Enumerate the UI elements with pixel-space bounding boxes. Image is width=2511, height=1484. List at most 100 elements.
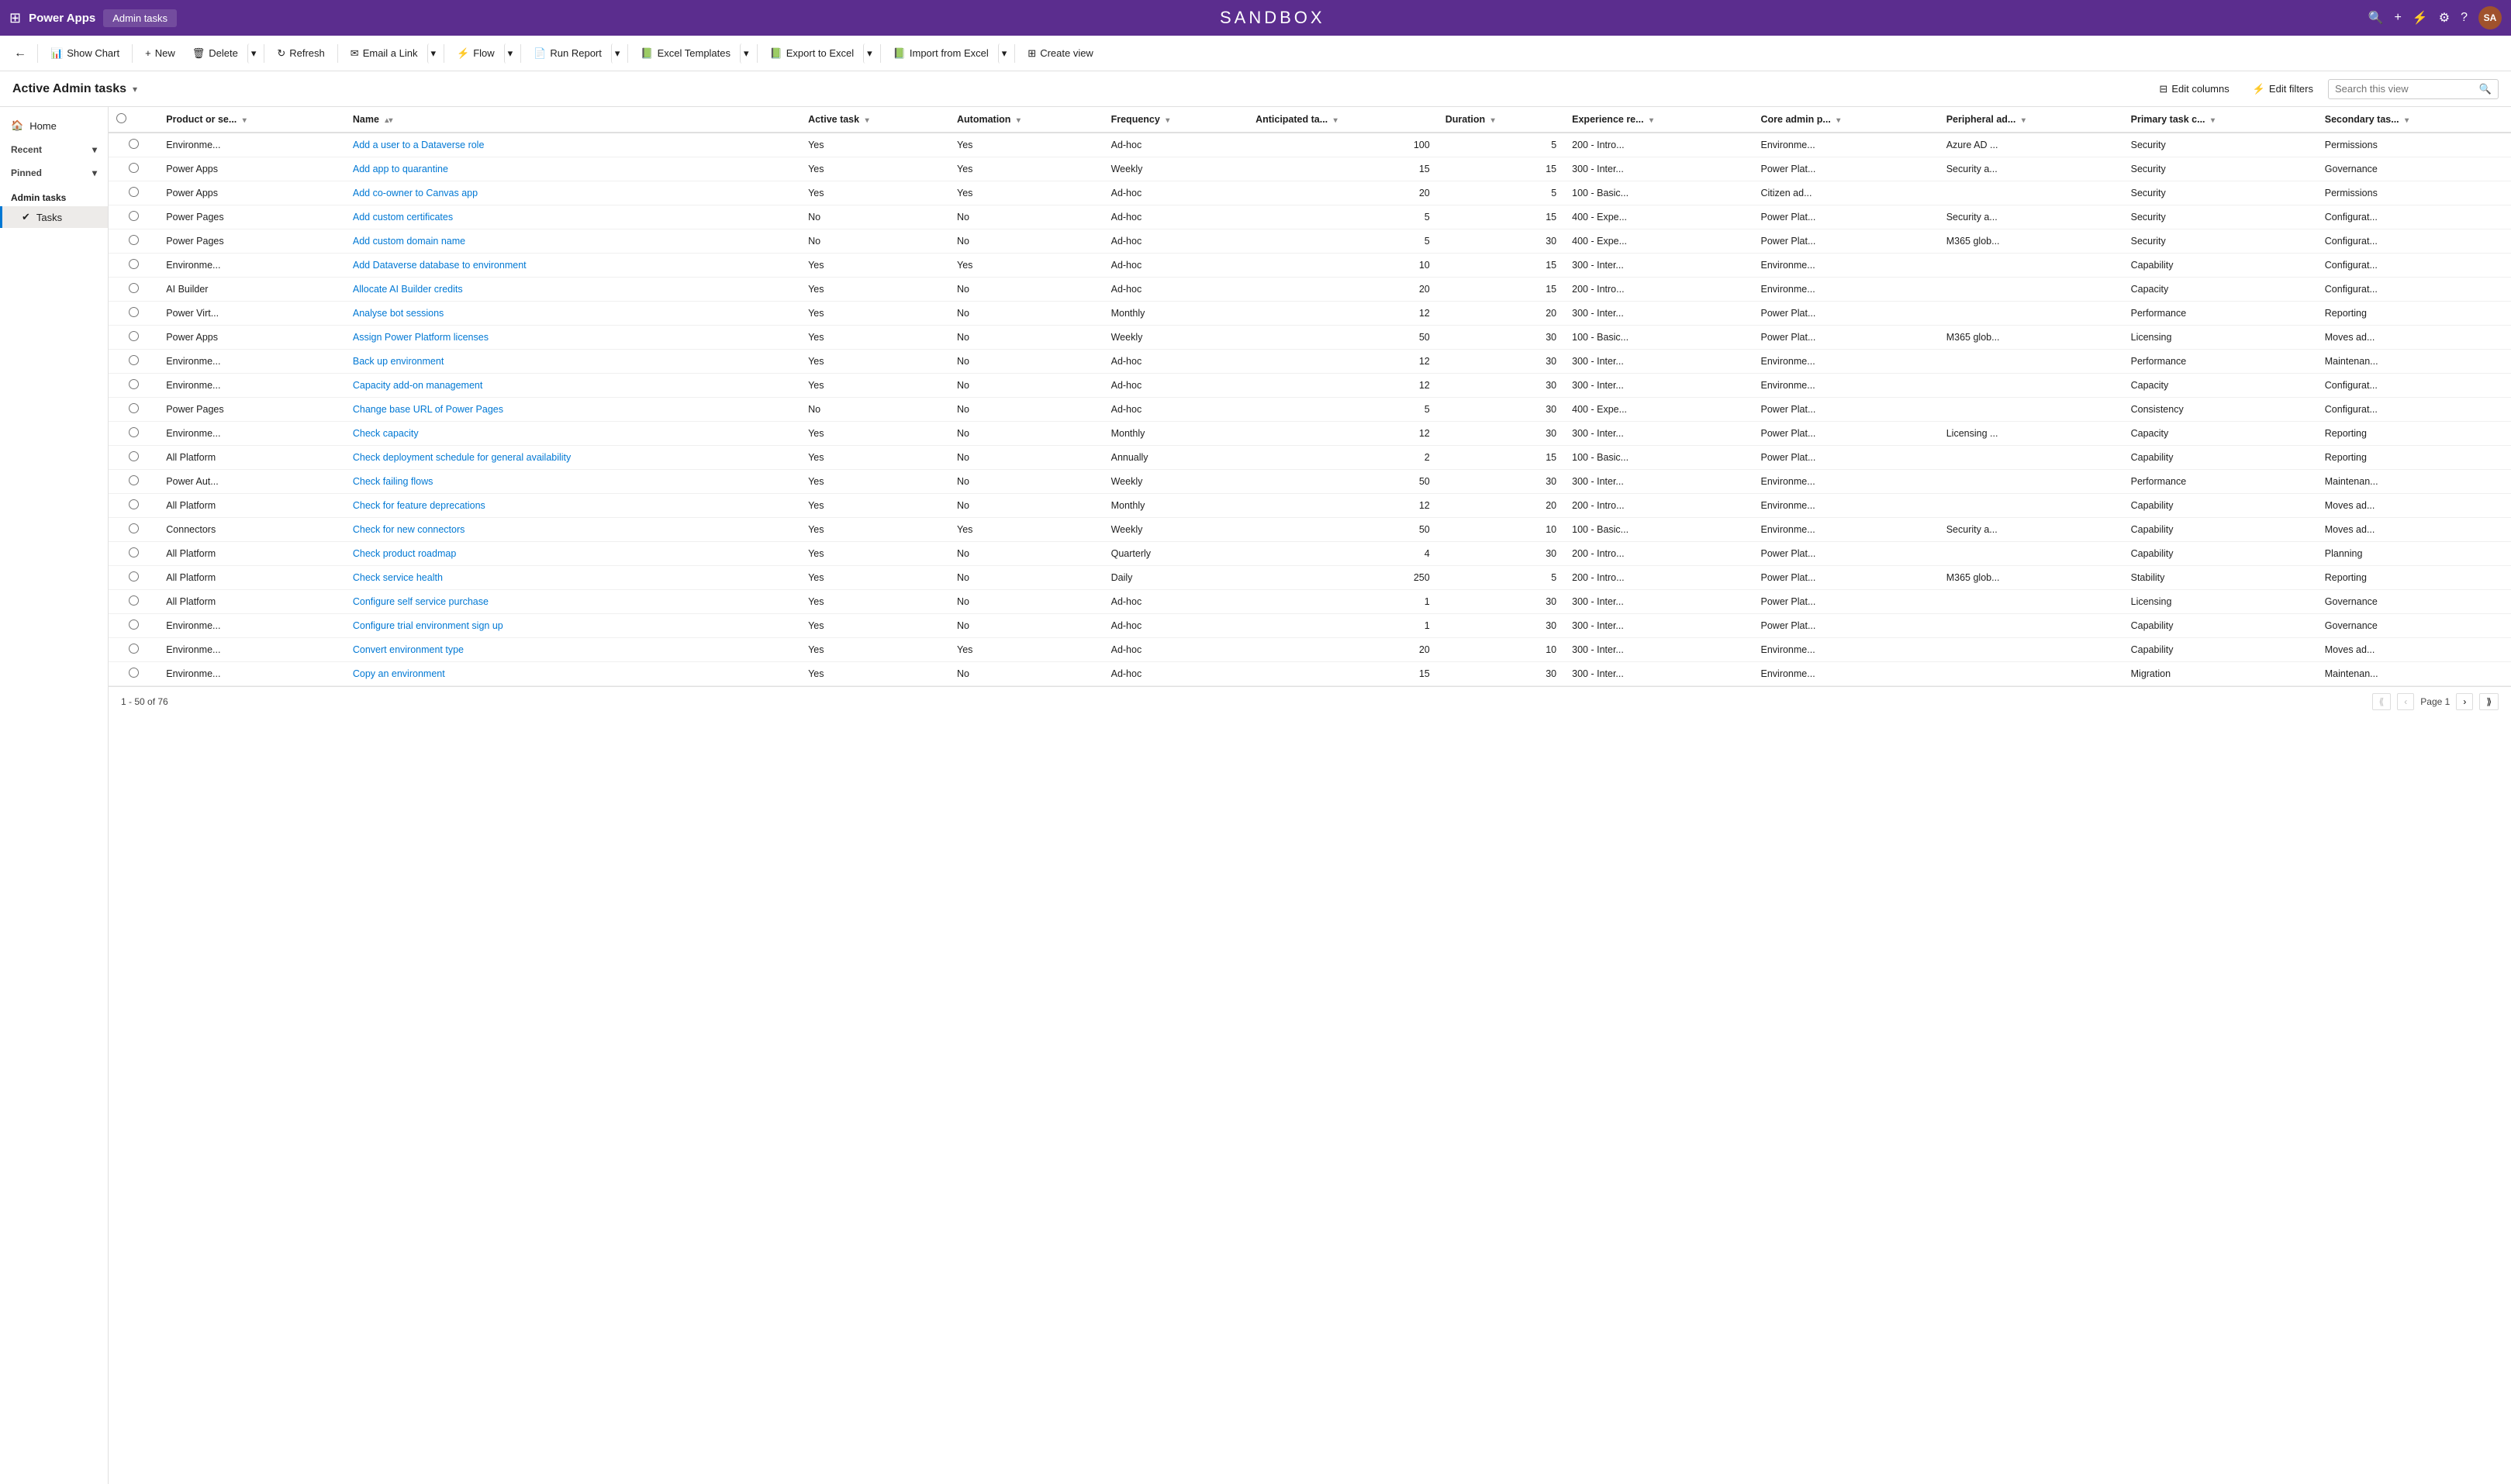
run-report-button[interactable]: 📄 Run Report [526,43,610,64]
row-radio[interactable] [109,446,158,470]
cell-name[interactable]: Analyse bot sessions [345,302,800,326]
email-link-button[interactable]: ✉ Email a Link [343,43,426,64]
flow-button[interactable]: ⚡ Flow [449,43,503,64]
cell-name[interactable]: Assign Power Platform licenses [345,326,800,350]
row-radio[interactable] [109,254,158,278]
search-input[interactable] [2335,83,2475,95]
first-page-button[interactable]: ⟪ [2372,693,2392,710]
refresh-button[interactable]: ↻ Refresh [269,43,332,64]
row-radio[interactable] [109,614,158,638]
col-frequency[interactable]: Frequency ▾ [1104,107,1248,133]
delete-dropdown[interactable]: ▾ [247,43,260,64]
sidebar-pinned-header[interactable]: Pinned ▾ [0,161,108,185]
row-radio[interactable] [109,494,158,518]
cell-name[interactable]: Check capacity [345,422,800,446]
next-page-button[interactable]: › [2456,693,2473,710]
cell-active: Yes [800,374,949,398]
row-radio[interactable] [109,518,158,542]
row-radio[interactable] [109,302,158,326]
row-radio[interactable] [109,566,158,590]
create-view-button[interactable]: ⊞ Create view [1020,43,1101,64]
cell-name[interactable]: Add custom domain name [345,230,800,254]
cell-name[interactable]: Configure self service purchase [345,590,800,614]
cell-name[interactable]: Check product roadmap [345,542,800,566]
col-peripheral[interactable]: Peripheral ad... ▾ [1939,107,2123,133]
cell-name[interactable]: Copy an environment [345,662,800,686]
export-dropdown[interactable]: ▾ [863,43,876,64]
row-radio[interactable] [109,181,158,205]
col-active[interactable]: Active task ▾ [800,107,949,133]
cell-name[interactable]: Add app to quarantine [345,157,800,181]
cell-name[interactable]: Check deployment schedule for general av… [345,446,800,470]
sidebar-item-tasks[interactable]: ✔ Tasks [0,206,108,228]
col-core[interactable]: Core admin p... ▾ [1753,107,1939,133]
cell-name[interactable]: Add a user to a Dataverse role [345,133,800,157]
email-dropdown[interactable]: ▾ [427,43,440,64]
filter-icon[interactable]: ⚡ [2413,10,2428,26]
col-anticipated[interactable]: Anticipated ta... ▾ [1248,107,1438,133]
edit-filters-button[interactable]: ⚡ Edit filters [2244,78,2322,100]
excel-templates-dropdown[interactable]: ▾ [740,43,752,64]
avatar[interactable]: SA [2478,6,2502,29]
row-radio[interactable] [109,205,158,230]
row-radio[interactable] [109,350,158,374]
row-radio[interactable] [109,662,158,686]
cell-name[interactable]: Check for feature deprecations [345,494,800,518]
sidebar-item-home[interactable]: 🏠 Home [0,113,108,138]
col-primary[interactable]: Primary task c... ▾ [2123,107,2317,133]
show-chart-button[interactable]: 📊 Show Chart [43,43,127,64]
row-radio[interactable] [109,590,158,614]
cell-name[interactable]: Check failing flows [345,470,800,494]
row-radio[interactable] [109,542,158,566]
search-icon[interactable]: 🔍 [2368,10,2384,26]
col-experience[interactable]: Experience re... ▾ [1564,107,1753,133]
row-radio[interactable] [109,374,158,398]
row-radio[interactable] [109,398,158,422]
cell-name[interactable]: Add Dataverse database to environment [345,254,800,278]
col-name[interactable]: Name ▴▾ [345,107,800,133]
cell-name[interactable]: Allocate AI Builder credits [345,278,800,302]
row-radio[interactable] [109,278,158,302]
settings-icon[interactable]: ⚙ [2439,10,2450,26]
col-automation[interactable]: Automation ▾ [949,107,1104,133]
row-radio[interactable] [109,638,158,662]
cell-name[interactable]: Add co-owner to Canvas app [345,181,800,205]
cell-name[interactable]: Back up environment [345,350,800,374]
cell-name[interactable]: Change base URL of Power Pages [345,398,800,422]
add-icon[interactable]: + [2394,11,2401,25]
waffle-icon[interactable]: ⊞ [9,10,21,26]
search-box[interactable]: 🔍 [2328,79,2499,99]
row-radio[interactable] [109,133,158,157]
select-all-checkbox[interactable] [109,107,158,133]
col-duration[interactable]: Duration ▾ [1438,107,1564,133]
excel-templates-button[interactable]: 📗 Excel Templates [633,43,738,64]
prev-page-button[interactable]: ‹ [2397,693,2414,710]
row-radio[interactable] [109,470,158,494]
row-radio[interactable] [109,230,158,254]
cell-name[interactable]: Convert environment type [345,638,800,662]
delete-button[interactable]: 🗑 Delete [185,43,246,64]
cell-name[interactable]: Capacity add-on management [345,374,800,398]
import-excel-button[interactable]: 📗 Import from Excel [886,43,996,64]
row-radio[interactable] [109,422,158,446]
import-dropdown[interactable]: ▾ [998,43,1010,64]
breadcrumb[interactable]: Admin tasks [103,9,177,27]
help-icon[interactable]: ? [2461,11,2468,25]
back-button[interactable]: ← [8,43,33,64]
col-product[interactable]: Product or se... ▾ [158,107,345,133]
edit-columns-button[interactable]: ⊟ Edit columns [2150,78,2237,100]
flow-dropdown[interactable]: ▾ [504,43,516,64]
run-report-dropdown[interactable]: ▾ [611,43,623,64]
export-excel-button[interactable]: 📗 Export to Excel [762,43,862,64]
cell-name[interactable]: Check for new connectors [345,518,800,542]
col-secondary[interactable]: Secondary tas... ▾ [2317,107,2511,133]
cell-name[interactable]: Check service health [345,566,800,590]
row-radio[interactable] [109,157,158,181]
row-radio[interactable] [109,326,158,350]
sidebar-recent-header[interactable]: Recent ▾ [0,138,108,161]
cell-name[interactable]: Configure trial environment sign up [345,614,800,638]
view-title-chevron[interactable]: ▾ [133,84,137,95]
cell-name[interactable]: Add custom certificates [345,205,800,230]
last-page-button[interactable]: ⟫ [2479,693,2499,710]
new-button[interactable]: + New [137,43,183,63]
